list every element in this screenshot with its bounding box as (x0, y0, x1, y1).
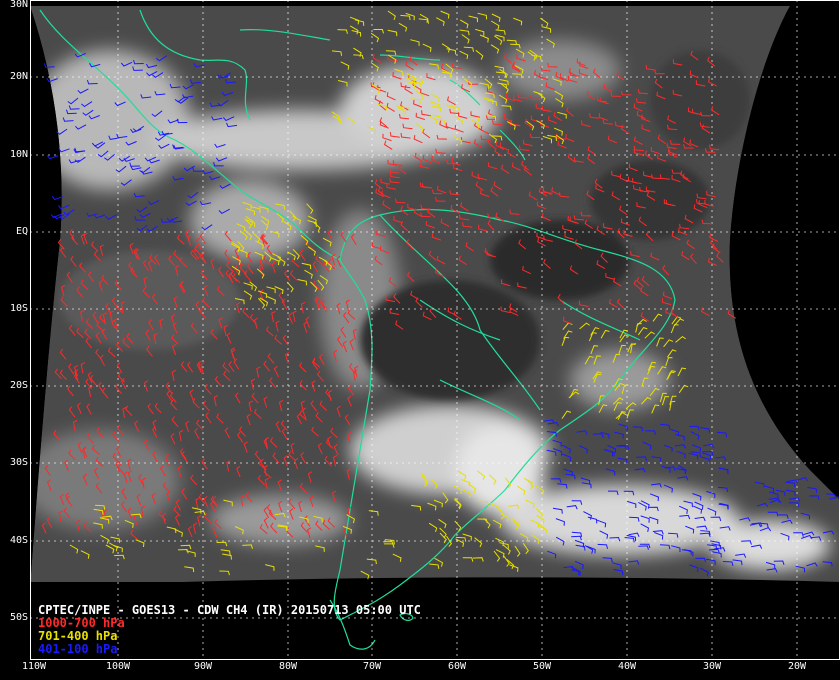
lon-label-70w: 70W (362, 661, 382, 672)
lon-label-60w: 60W (447, 661, 467, 672)
legend: CPTEC/INPE - GOES13 - CDW CH4 (IR) 20150… (38, 604, 421, 656)
lat-label-20s: 20S (9, 380, 28, 391)
lon-label-40w: 40W (617, 661, 637, 672)
lat-label-eq: EQ (15, 226, 28, 237)
lon-label-110w: 110W (21, 661, 47, 672)
lat-label-50s: 50S (9, 612, 28, 623)
satellite-wind-map: 30N 20N 10N EQ 10S 20S 30S 40S 50S 110W … (0, 0, 840, 680)
lon-label-80w: 80W (278, 661, 298, 672)
lat-label-40s: 40S (9, 535, 28, 546)
map-canvas (0, 0, 840, 680)
lon-label-90w: 90W (193, 661, 213, 672)
legend-high-level: 401-100 hPa (38, 642, 118, 656)
lat-label-20n: 20N (9, 71, 28, 82)
lon-label-30w: 30W (702, 661, 722, 672)
lon-label-50w: 50W (532, 661, 552, 672)
lat-label-10s: 10S (9, 303, 28, 314)
lat-label-30n: 30N (9, 0, 28, 10)
lon-label-100w: 100W (105, 661, 131, 672)
lon-label-20w: 20W (787, 661, 807, 672)
lat-label-10n: 10N (9, 149, 28, 160)
lat-label-30s: 30S (9, 457, 28, 468)
